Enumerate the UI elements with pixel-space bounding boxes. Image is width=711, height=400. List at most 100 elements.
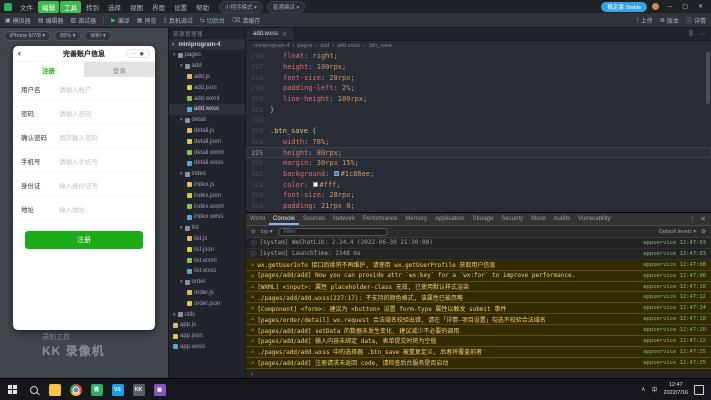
- code-line[interactable]: 225height: 80rpx;: [246, 147, 711, 158]
- view-toggle[interactable]: ▥调试器: [70, 16, 96, 25]
- devtools-tab-console[interactable]: Console: [269, 213, 299, 225]
- menu-item[interactable]: 帮助: [192, 1, 213, 13]
- titlebar-chip-1[interactable]: 普通编译 ▾: [267, 1, 305, 13]
- menu-item[interactable]: 界面: [148, 1, 169, 13]
- breadcrumb-item[interactable]: add.wxss: [337, 43, 360, 49]
- simulator-dropdown-0[interactable]: iPhone 6/7/8 ▾: [4, 31, 51, 41]
- menu-item[interactable]: 工具: [60, 1, 81, 13]
- devtools-tab-audits[interactable]: Audits: [549, 213, 574, 225]
- breadcrumb-item[interactable]: .btn_save: [368, 43, 392, 49]
- tree-item[interactable]: detail.json: [169, 136, 245, 147]
- menu-item[interactable]: 视图: [126, 1, 147, 13]
- form-field[interactable]: 用户名请输入账户: [13, 77, 155, 101]
- tree-item[interactable]: add.wxss: [169, 104, 245, 115]
- tree-item[interactable]: ▾pages: [169, 50, 245, 61]
- menu-item[interactable]: 编辑: [38, 1, 59, 13]
- wechat-capsule-menu[interactable]: ⋯ ◉: [126, 49, 150, 58]
- tree-item[interactable]: app.wxss: [169, 342, 245, 353]
- devtools-tab-vulnerability[interactable]: Vulnerability: [574, 213, 614, 225]
- tree-item[interactable]: index.js: [169, 180, 245, 191]
- tree-item[interactable]: detail.wxml: [169, 147, 245, 158]
- image-viewer-icon[interactable]: ▦: [149, 379, 170, 400]
- console-message[interactable]: ⚠[pages/add/add] setData 的数据未发生变化, 建议减少不…: [246, 325, 711, 336]
- simulator-dropdown-1[interactable]: 85% ▾: [54, 31, 81, 41]
- file-explorer-icon[interactable]: [44, 379, 65, 400]
- devtools-tab-mock[interactable]: Mock: [527, 213, 549, 225]
- code-line[interactable]: 224width: 78%;: [246, 137, 711, 148]
- devtools-tab-network[interactable]: Network: [329, 213, 359, 225]
- form-field[interactable]: 确认密码再次输入密码: [13, 125, 155, 149]
- phone-tab[interactable]: 登录: [84, 62, 155, 77]
- code-line[interactable]: 230padding: 21rpx 0;: [246, 201, 711, 212]
- action-button[interactable]: ▶编译: [111, 16, 130, 25]
- close-button[interactable]: ✕: [694, 3, 707, 10]
- code-line[interactable]: 218font-size: 28rpx;: [246, 72, 711, 83]
- notification-center-icon[interactable]: [694, 385, 704, 395]
- action-button[interactable]: ≣版本: [660, 16, 679, 25]
- simulator-dropdown-2[interactable]: WiFi ▾: [84, 31, 111, 41]
- devtools-tab-security[interactable]: Security: [497, 213, 527, 225]
- breadcrumb-item[interactable]: pages: [297, 43, 312, 49]
- register-submit-button[interactable]: 注册: [25, 231, 143, 249]
- tree-item[interactable]: list.json: [169, 244, 245, 255]
- console-message[interactable]: ⓘ[system] LaunchTime: 2348 msappservice …: [246, 249, 711, 260]
- tree-item[interactable]: order.json: [169, 298, 245, 309]
- tree-item[interactable]: index.wxss: [169, 212, 245, 223]
- tree-item[interactable]: ▾index: [169, 169, 245, 180]
- console-message[interactable]: ⚠./pages/add/add.wxss 中的选择器 .btn_save 被重…: [246, 347, 711, 358]
- taskbar-clock[interactable]: 12:47 2022/7/16: [664, 382, 688, 397]
- devtools-tab-wxml[interactable]: Wxml: [246, 213, 269, 225]
- vscode-icon[interactable]: VS: [107, 379, 128, 400]
- tree-item[interactable]: ▾order: [169, 277, 245, 288]
- tree-item[interactable]: ▾list: [169, 223, 245, 234]
- tree-item[interactable]: index.json: [169, 190, 245, 201]
- code-line[interactable]: 223.btn_save {: [246, 126, 711, 137]
- devtools-tab-application[interactable]: Application: [431, 213, 468, 225]
- tree-item[interactable]: add.json: [169, 82, 245, 93]
- devtools-tab-sources[interactable]: Sources: [299, 213, 329, 225]
- ime-indicator[interactable]: 中: [652, 385, 658, 394]
- code-line[interactable]: 216float: right;: [246, 51, 711, 62]
- tree-item[interactable]: list.wxml: [169, 255, 245, 266]
- tree-item[interactable]: list.js: [169, 234, 245, 245]
- kk-recorder-icon[interactable]: KK: [128, 379, 149, 400]
- project-root[interactable]: ▾ miniprogram-4: [169, 39, 245, 50]
- tree-item[interactable]: ▾add: [169, 61, 245, 72]
- code-line[interactable]: 220line-height: 100rpx;: [246, 94, 711, 105]
- tray-chevron-icon[interactable]: ∧: [641, 386, 645, 393]
- chrome-icon[interactable]: [65, 379, 86, 400]
- action-button[interactable]: ▯真机调试: [163, 16, 192, 25]
- tree-item[interactable]: order.js: [169, 288, 245, 299]
- tree-item[interactable]: ▾detail: [169, 115, 245, 126]
- form-field[interactable]: 地址输入地址: [13, 197, 155, 221]
- search-icon[interactable]: [23, 379, 44, 400]
- action-button[interactable]: ↑上传: [636, 16, 653, 25]
- code-line[interactable]: 221}: [246, 104, 711, 115]
- breadcrumb-item[interactable]: miniprogram-4: [254, 43, 289, 49]
- code-line[interactable]: 228color: #fff;: [246, 179, 711, 190]
- tree-item[interactable]: list.wxss: [169, 266, 245, 277]
- more-options-icon[interactable]: ⋮: [689, 215, 696, 223]
- console-message[interactable]: ⚠[pages/add/add] 输入内容未绑定 data, 表单提交时将为空值…: [246, 336, 711, 347]
- tree-item[interactable]: ▾utils: [169, 309, 245, 320]
- code-area[interactable]: 216float: right;217height: 100rpx;218fon…: [246, 51, 711, 212]
- console-message[interactable]: ⚠./pages/add/add.wxss(227:17): 不支持的颜色格式,…: [246, 292, 711, 303]
- devtools-tab-performance[interactable]: Performance: [359, 213, 401, 225]
- more-actions-icon[interactable]: ⋯: [699, 31, 705, 38]
- console-message[interactable]: ⚠wx.getUserInfo 接口后续将不再维护, 请使用 wx.getUse…: [246, 260, 711, 271]
- console-message[interactable]: ⚠[pages/order/detail] wx.request 合法域名校验出…: [246, 314, 711, 325]
- minimize-button[interactable]: ─: [664, 4, 676, 10]
- split-editor-icon[interactable]: ⫿⫿: [689, 31, 693, 38]
- menu-item[interactable]: 设置: [170, 1, 191, 13]
- action-button[interactable]: ⇆切后台: [200, 16, 225, 25]
- view-toggle[interactable]: ▤编辑器: [38, 16, 64, 25]
- tree-item[interactable]: add.js: [169, 72, 245, 83]
- tree-item[interactable]: app.js: [169, 320, 245, 331]
- start-button[interactable]: [2, 379, 23, 400]
- code-line[interactable]: 227background: #1c86ee;: [246, 169, 711, 180]
- console-log[interactable]: ⓘ[system] WeChatLib: 2.24.4 (2022-06-30 …: [246, 238, 711, 369]
- code-line[interactable]: 226margin: 30rpx 15%;: [246, 158, 711, 169]
- filter-input[interactable]: Filter: [278, 228, 388, 236]
- console-message[interactable]: ⚠[Component] <form>: 建议为 <button> 设置 for…: [246, 303, 711, 314]
- phone-tab[interactable]: 注册: [13, 62, 84, 77]
